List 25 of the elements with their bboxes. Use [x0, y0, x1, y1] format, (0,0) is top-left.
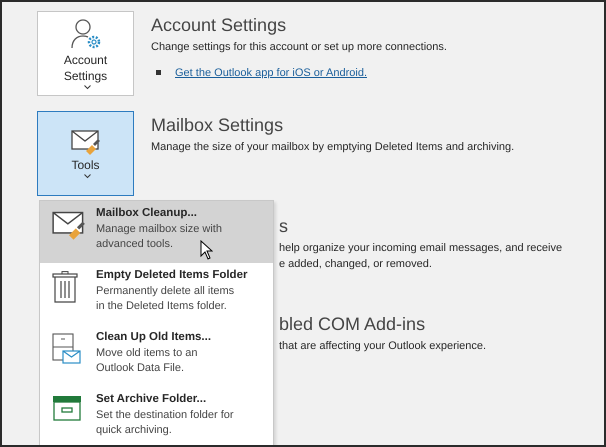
- section-heading: bled COM Add-ins: [279, 314, 426, 336]
- caret-icon: [84, 84, 91, 90]
- envelope-brush-icon: [52, 209, 86, 241]
- menu-item[interactable]: Clean Up Old Items... Move old items to an Outlook Data File.: [40, 325, 273, 387]
- tools-button[interactable]: Tools: [37, 111, 134, 196]
- mouse-pointer-icon: [200, 240, 213, 260]
- section-heading: Account Settings: [151, 15, 288, 37]
- menu-item[interactable]: Mailbox Cleanup... Manage mailbox size with advanced tools.: [40, 201, 273, 263]
- section-description: Change settings for this account or set up more connections.: [151, 40, 447, 55]
- section-heading: Mailbox Settings: [151, 115, 284, 137]
- tools-button[interactable]: Account Settings: [37, 11, 134, 96]
- outlook-app-link[interactable]: Get the Outlook app for iOS or Android.: [175, 66, 367, 79]
- trash-icon: [52, 271, 78, 303]
- archive-box-icon: [52, 395, 82, 421]
- section-description: help organize your incoming email messages, and receive: [279, 240, 562, 256]
- cabinet-envelope-icon: [52, 333, 82, 365]
- section-heading: s: [279, 216, 289, 238]
- menu-item[interactable]: Set Archive Folder... Set the destination folder for quick archiving.: [40, 387, 273, 445]
- envelope-brush-icon: [70, 128, 100, 156]
- section-description: Manage the size of your mailbox by emptying Deleted Items and archiving.: [151, 140, 514, 155]
- caret-icon: [84, 174, 91, 179]
- bullet-icon: [156, 70, 161, 75]
- menu-item[interactable]: Empty Deleted Items Folder Permanently delete all items in the Deleted Items folder.: [40, 263, 273, 325]
- section-description: that are affecting your Outlook experience.: [279, 339, 486, 354]
- section-description: e added, changed, or removed.: [279, 256, 433, 272]
